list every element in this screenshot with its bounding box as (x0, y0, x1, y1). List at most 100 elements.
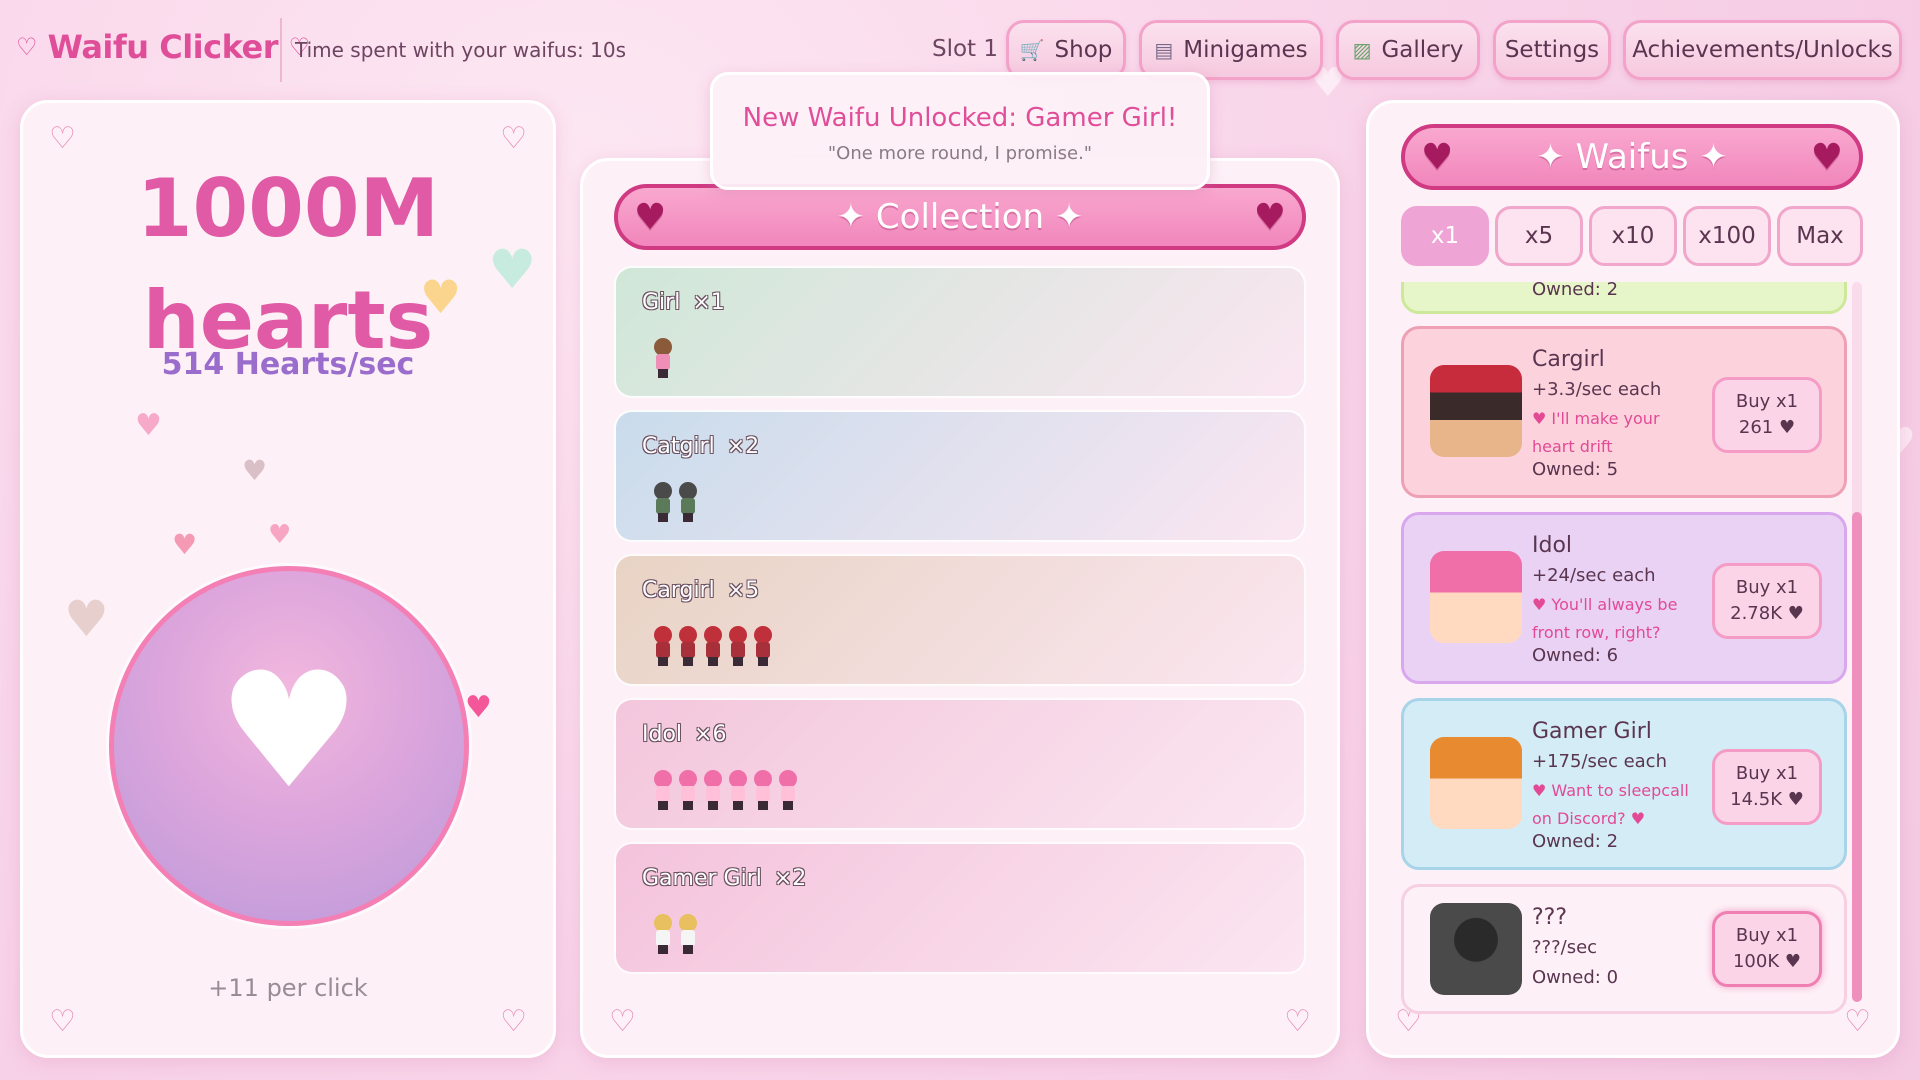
collection-waifu-count: ×5 (726, 578, 760, 603)
owned-count: Owned: 0 (1532, 967, 1619, 988)
big-heart-icon: ♥ (217, 637, 361, 824)
collection-card: Idol ×6 (614, 698, 1306, 830)
quote-line: ♥ I'll make your (1532, 409, 1660, 428)
shop-button[interactable]: 🛒 Shop (1006, 20, 1126, 80)
toast-quote: "One more round, I promise." (827, 143, 1093, 164)
waifu-sprite (727, 770, 749, 810)
collection-card: Cargirl ×5 (614, 554, 1306, 686)
waifu-name: ??? (1532, 905, 1568, 930)
hearts-total: 1000M (136, 162, 440, 255)
multiplier-x5-button[interactable]: x5 (1495, 206, 1583, 266)
waifu-sprite (677, 482, 699, 522)
corner-heart-icon: ♡ (609, 1004, 636, 1039)
buy-button[interactable]: Buy x1 100K ♥ (1712, 911, 1822, 987)
heart-icon: ♡ (16, 33, 38, 61)
buy-button[interactable]: Buy x1 261 ♥ (1712, 377, 1822, 453)
collection-waifu-name: Girl (642, 290, 681, 315)
shop-card: Idol +24/sec each ♥ You'll always be front … (1401, 512, 1847, 684)
toast-title: New Waifu Unlocked: Gamer Girl! (742, 103, 1178, 133)
waifu-rate: +3.3/sec each (1532, 379, 1662, 400)
divider (280, 18, 282, 82)
waifu-sprite (677, 626, 699, 666)
waifu-sprite (677, 914, 699, 954)
buy-price: 261 ♥ (1738, 417, 1796, 438)
shop-card: ??? ???/sec Owned: 0 Buy x1 100K ♥ (1401, 884, 1847, 1014)
save-slot-label: Slot 1 (932, 36, 999, 62)
time-spent-text: Time spent with your waifus: 10s (295, 38, 626, 62)
minigames-button[interactable]: ▤ Minigames (1139, 20, 1323, 80)
buy-price: 14.5K ♥ (1730, 789, 1804, 810)
collection-title: ✦ Collection ✦ (836, 197, 1084, 237)
waifu-sprite (702, 626, 724, 666)
buy-button[interactable]: Buy x1 2.78K ♥ (1712, 563, 1822, 639)
collection-card: Gamer Girl ×2 (614, 842, 1306, 974)
quote-line: ♥ You'll always be (1532, 595, 1678, 614)
settings-button[interactable]: Settings (1493, 20, 1611, 80)
waifu-rate: +175/sec each (1532, 751, 1667, 772)
shop-card-partial: Owned: 2 (1401, 282, 1847, 314)
floating-heart-icon: ♥ (242, 454, 268, 487)
owned-count: Owned: 2 (1532, 831, 1619, 852)
waifus-title: ✦ Waifus ✦ (1536, 137, 1728, 177)
buy-label: Buy x1 (1735, 763, 1799, 784)
multiplier-x1-button[interactable]: x1 (1401, 206, 1489, 266)
picture-icon: ▨ (1352, 38, 1372, 62)
idol-portrait-icon (1430, 551, 1522, 643)
waifu-sprite (652, 482, 674, 522)
waifu-sprite (652, 914, 674, 954)
corner-heart-icon: ♡ (500, 1004, 527, 1039)
corner-heart-icon: ♡ (49, 1004, 76, 1039)
quote-line: heart drift (1532, 437, 1613, 456)
collection-waifu-name: Gamer Girl (642, 866, 762, 891)
buy-label: Buy x1 (1735, 925, 1799, 946)
quote-line: on Discord? ♥ (1532, 809, 1646, 828)
gamepad-icon: ▤ (1154, 38, 1174, 62)
unlock-toast: New Waifu Unlocked: Gamer Girl! "One mor… (710, 72, 1210, 190)
waifu-sprite (652, 626, 674, 666)
heart-icon: ♥ (1421, 137, 1454, 178)
waifu-quote: ♥ You'll always be front row, right? (1532, 591, 1692, 647)
waifu-sprite (752, 626, 774, 666)
achievements-button[interactable]: Achievements/Unlocks (1623, 20, 1902, 80)
multiplier-x10-button[interactable]: x10 (1589, 206, 1677, 266)
sprite-row (652, 914, 699, 958)
scrollbar-thumb[interactable] (1852, 512, 1862, 1002)
floating-heart-icon: ♥ (64, 590, 109, 648)
collection-card-title: Catgirl ×2 (642, 434, 759, 459)
corner-heart-icon: ♡ (49, 121, 76, 156)
gamergirl-portrait-icon (1430, 737, 1522, 829)
waifu-rate: +24/sec each (1532, 565, 1656, 586)
collection-card: Catgirl ×2 (614, 410, 1306, 542)
multiplier-x100-button[interactable]: x100 (1683, 206, 1771, 266)
app-logo: ♡ Waifu Clicker ♡ (16, 28, 310, 66)
collection-waifu-count: ×2 (773, 866, 807, 891)
buy-label: Buy x1 (1735, 577, 1799, 598)
corner-heart-icon: ♡ (500, 121, 527, 156)
waifu-quote: ♥ Want to sleepcall on Discord? ♥ (1532, 777, 1692, 833)
buy-button[interactable]: Buy x1 14.5K ♥ (1712, 749, 1822, 825)
sprite-row (652, 770, 799, 814)
buy-price: 2.78K ♥ (1730, 603, 1804, 624)
collection-card-title: Idol ×6 (642, 722, 726, 747)
heart-clicker-button[interactable]: ♥ (109, 566, 469, 926)
multiplier-max-button[interactable]: Max (1777, 206, 1863, 266)
floating-heart-icon: ♥ (135, 408, 162, 443)
heart-icon: ♥ (634, 197, 667, 238)
shop-card: Cargirl +3.3/sec each ♥ I'll make your hear… (1401, 326, 1847, 498)
app-title: Waifu Clicker (47, 28, 279, 66)
waifu-quote: ♥ I'll make your heart drift (1532, 405, 1692, 461)
waifus-header: ♥ ✦ Waifus ✦ ♥ (1401, 124, 1863, 190)
per-click-text: +11 per click (208, 974, 368, 1002)
collection-header: ♥ ✦ Collection ✦ ♥ (614, 184, 1306, 250)
collection-card-title: Cargirl ×5 (642, 578, 759, 603)
gallery-button[interactable]: ▨ Gallery (1336, 20, 1480, 80)
floating-heart-icon: ♥ (465, 690, 492, 725)
collection-card-title: Girl ×1 (642, 290, 725, 315)
locked-portrait-icon (1430, 903, 1522, 995)
floating-heart-icon: ♥ (172, 528, 198, 561)
hearts-per-second: 514 Hearts/sec (161, 347, 415, 382)
owned-count: Owned: 5 (1532, 459, 1619, 480)
floating-heart-icon: ♥ (488, 238, 537, 301)
corner-heart-icon: ♡ (1284, 1004, 1311, 1039)
sprite-row (652, 626, 774, 670)
